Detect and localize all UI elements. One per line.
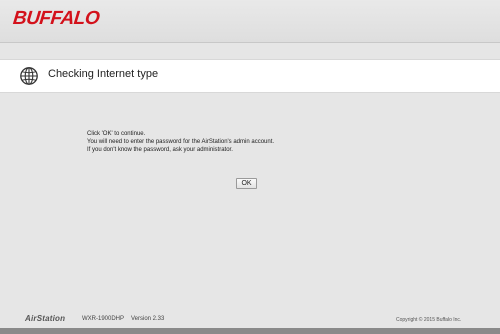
- ok-button[interactable]: OK: [236, 178, 257, 189]
- message-line-1: Click 'OK' to continue.: [87, 131, 146, 137]
- page-title: Checking Internet type: [48, 68, 159, 80]
- instruction-message: Click 'OK' to continue. You will need to…: [87, 130, 274, 154]
- buffalo-logo: BUFFALO: [11, 8, 101, 29]
- message-line-3: If you don't know the password, ask your…: [87, 147, 233, 153]
- header: BUFFALO: [0, 0, 500, 43]
- message-line-2: You will need to enter the password for …: [87, 139, 275, 145]
- copyright-text: Copyright © 2015 Buffalo Inc.: [396, 317, 462, 323]
- model-name: WXR-1900DHP: [82, 316, 125, 322]
- globe-icon: [19, 66, 39, 86]
- bottom-bar: [0, 328, 500, 334]
- page-title-bar: Checking Internet type: [0, 59, 500, 93]
- airstation-logo: AirStation: [25, 314, 66, 323]
- firmware-version: Version 2.33: [131, 316, 165, 322]
